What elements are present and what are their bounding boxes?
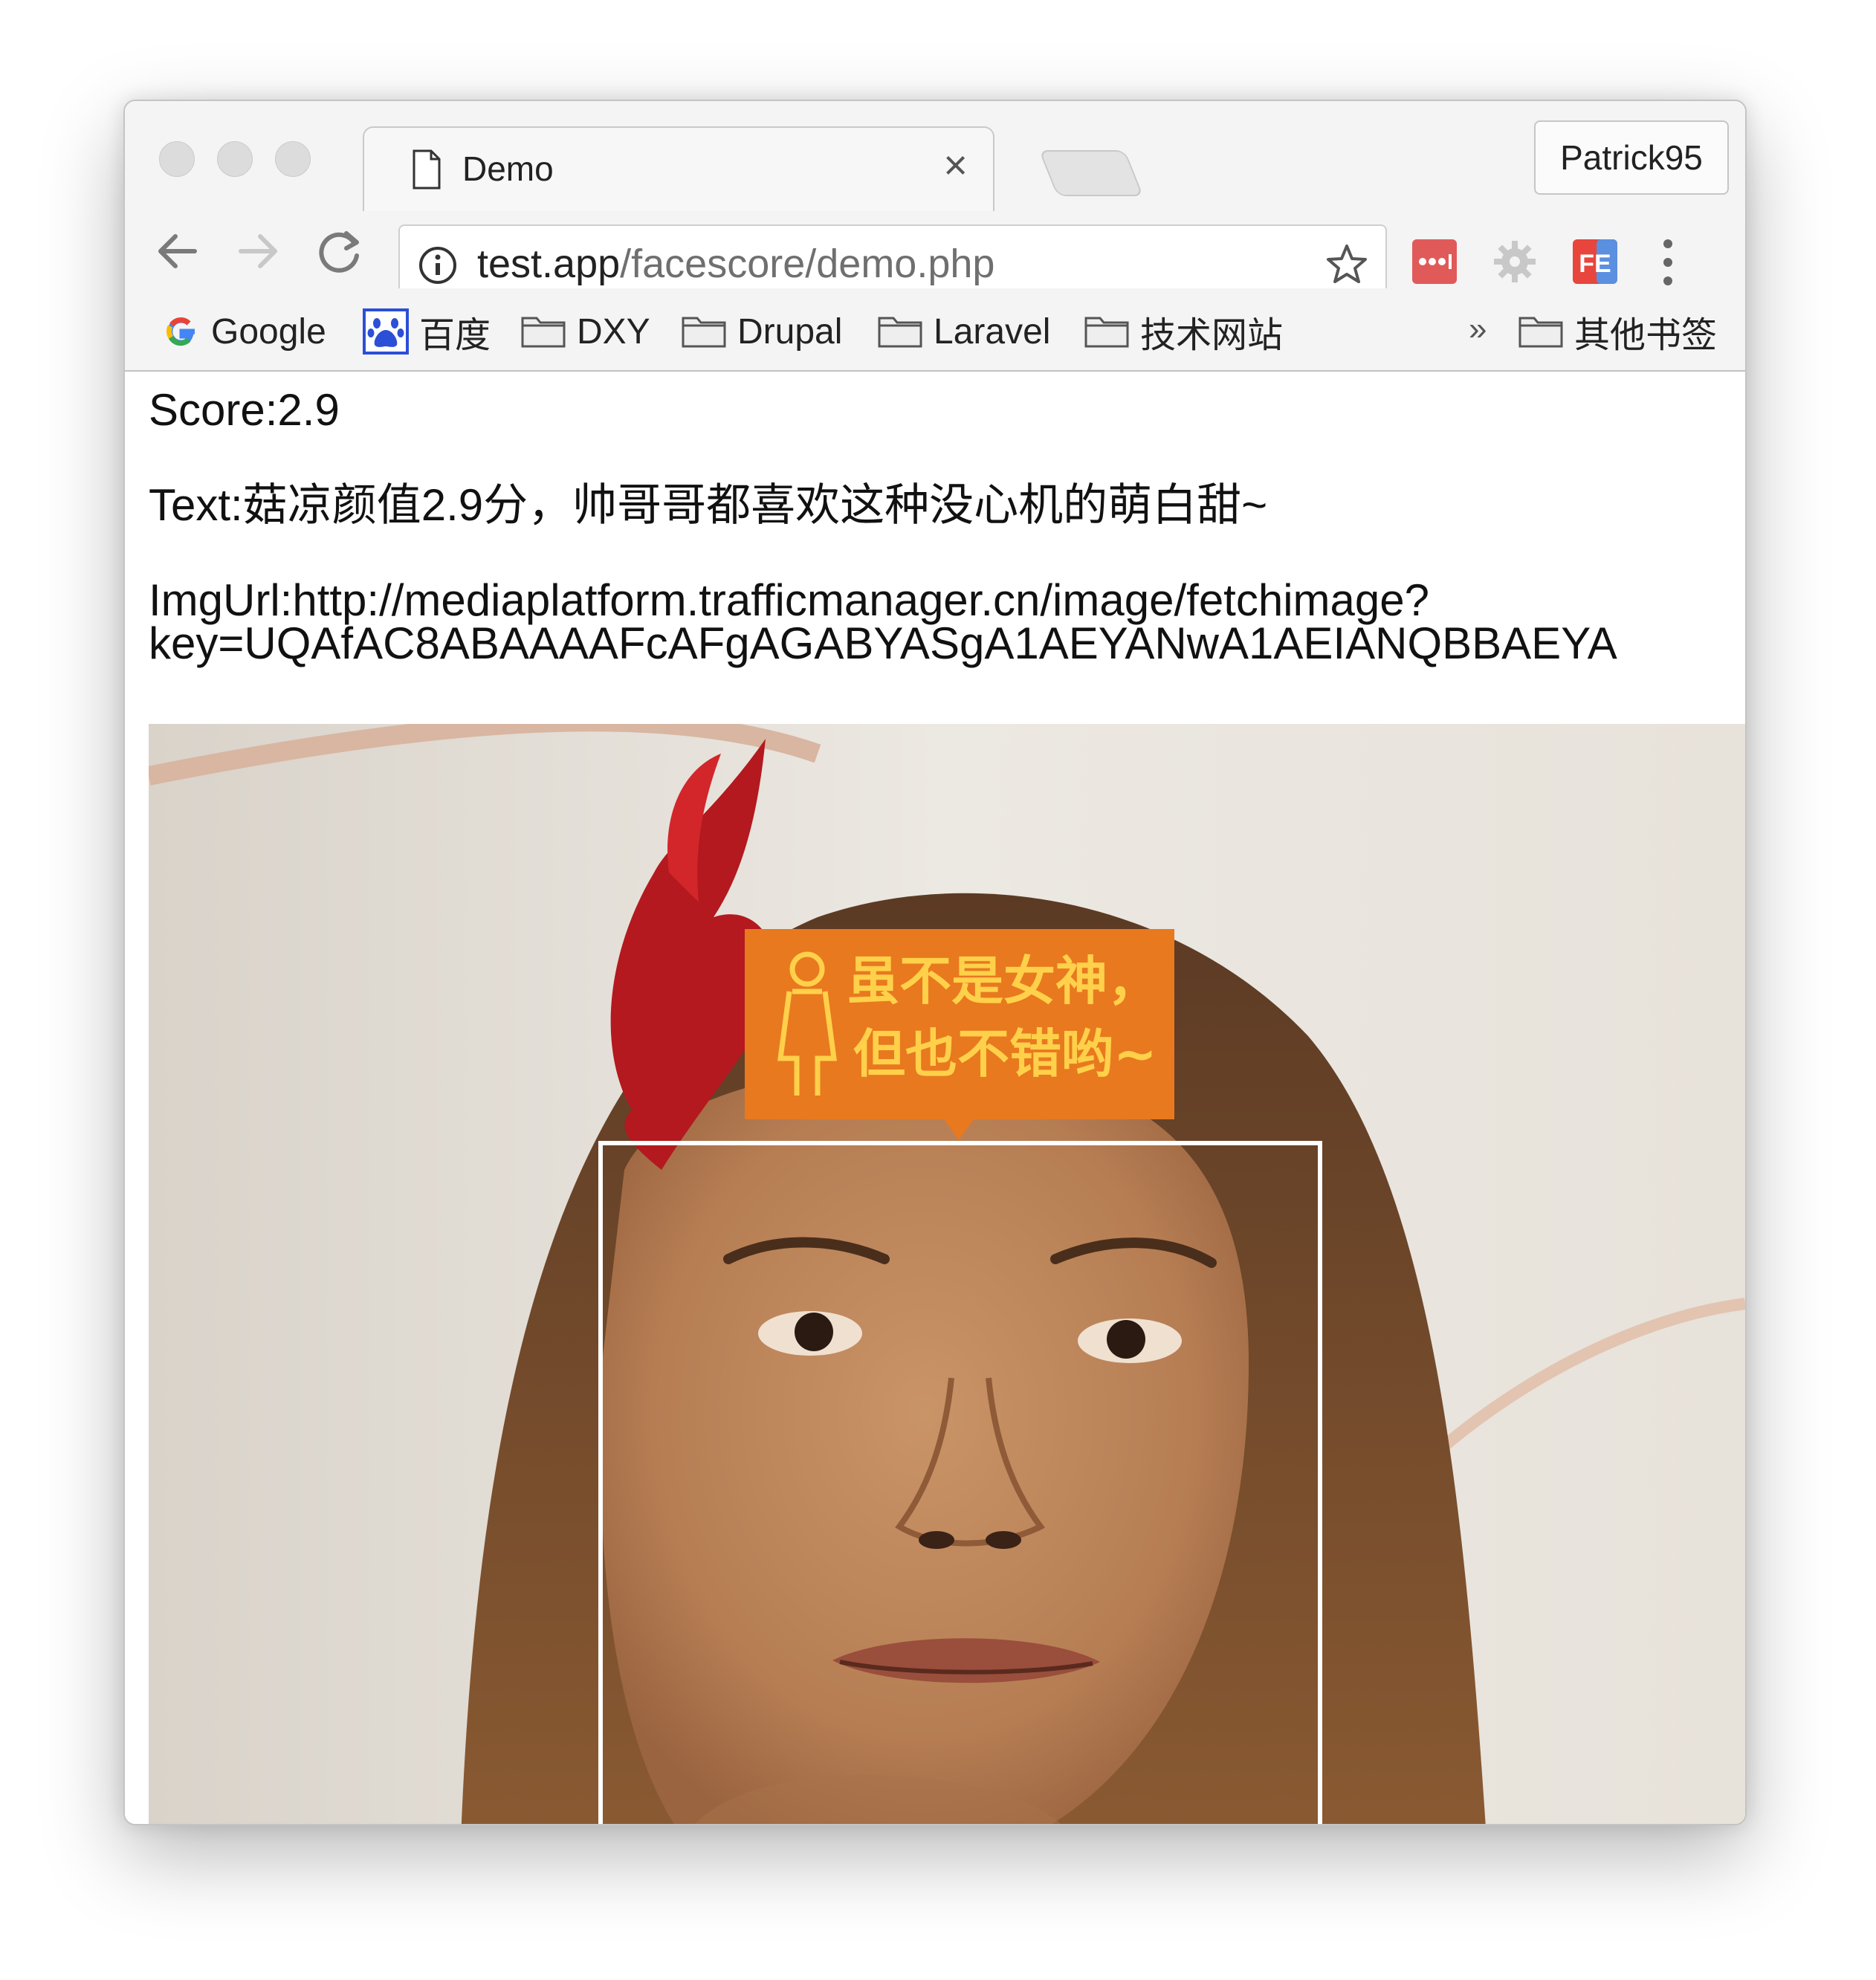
url-path: /facescore/demo.php: [620, 242, 995, 286]
close-window-button[interactable]: [159, 141, 195, 177]
forward-arrow-icon[interactable]: [232, 227, 284, 275]
face-photo-illustration: 虽不是女神， 但也不错哟~: [149, 724, 1745, 1824]
bookmark-label: 其他书签: [1574, 316, 1718, 355]
gear-extension-icon[interactable]: [1491, 238, 1539, 285]
bookmark-drupal[interactable]: Drupal: [681, 309, 842, 354]
bookmark-label: Google: [211, 311, 326, 352]
more-menu-icon[interactable]: [1660, 238, 1675, 287]
bookmarks-bar: Google 百度 DXY Drupal Laravel 技术网站 » 其他书签: [125, 288, 1745, 372]
img-url-line-1: ImgUrl:http://mediaplatform.trafficmanag…: [149, 575, 1430, 625]
document-icon: [413, 149, 441, 190]
info-icon[interactable]: [418, 245, 458, 285]
folder-icon: [1084, 317, 1129, 348]
face-photo: 虽不是女神， 但也不错哟~: [149, 724, 1745, 1824]
url-text[interactable]: test.app/facescore/demo.php: [477, 241, 994, 287]
toolbar: test.app/facescore/demo.php FE: [125, 211, 1745, 302]
browser-window: Demo × Patrick95 test.app/facescore/demo…: [123, 100, 1747, 1825]
zoom-window-button[interactable]: [275, 141, 311, 177]
bookmark-star-icon[interactable]: [1324, 242, 1369, 287]
bookmark-dxy[interactable]: DXY: [520, 309, 650, 354]
bookmark-label: 技术网站: [1140, 316, 1284, 355]
face-score-badge: 虽不是女神， 但也不错哟~: [745, 929, 1174, 1140]
profile-button[interactable]: Patrick95: [1534, 120, 1729, 195]
new-tab-button[interactable]: [1038, 150, 1144, 196]
tab-close-icon[interactable]: ×: [943, 144, 968, 186]
bookmark-baidu[interactable]: 百度: [363, 308, 491, 355]
bookmark-google[interactable]: Google: [162, 309, 326, 354]
img-url-line-2: key=UQAfAC8ABAAAAFcAFgAGABYASgA1AEYANwA1…: [149, 618, 1617, 668]
bookmark-label: 百度: [419, 316, 491, 355]
title-bar: Demo × Patrick95: [125, 101, 1745, 213]
tab-demo[interactable]: Demo ×: [363, 126, 994, 213]
bookmark-other[interactable]: 其他书签: [1518, 309, 1717, 355]
page-content: Score:2.9 Text:菇凉颜值2.9分，帅哥哥都喜欢这种没心机的萌白甜~…: [125, 372, 1745, 1824]
score-text: Score:2.9: [149, 385, 340, 435]
bookmark-label: Laravel: [934, 311, 1051, 352]
fe-helper-icon[interactable]: FE: [1571, 238, 1619, 285]
google-icon: [166, 317, 195, 346]
folder-icon: [521, 317, 566, 348]
badge-line-1: 虽不是女神，: [847, 951, 1159, 1012]
bookmark-label: DXY: [577, 311, 650, 352]
fe-helper-text: FE: [1579, 250, 1611, 278]
bookmarks-overflow-button[interactable]: »: [1469, 311, 1487, 348]
bookmark-laravel[interactable]: Laravel: [877, 309, 1050, 354]
folder-icon: [1518, 317, 1563, 348]
badge-line-2: 但也不错哟~: [853, 1023, 1157, 1084]
url-host: test.app: [477, 242, 621, 286]
lastpass-icon[interactable]: [1411, 238, 1458, 285]
comment-text: Text:菇凉颜值2.9分，帅哥哥都喜欢这种没心机的萌白甜~: [149, 480, 1268, 530]
bookmark-label: Drupal: [737, 311, 843, 352]
tab-title: Demo: [462, 149, 554, 188]
bookmark-tech-sites[interactable]: 技术网站: [1084, 309, 1283, 355]
minimize-window-button[interactable]: [217, 141, 253, 177]
folder-icon: [682, 317, 726, 348]
folder-icon: [878, 317, 922, 348]
reload-icon[interactable]: [315, 227, 367, 275]
back-arrow-icon[interactable]: [152, 227, 204, 275]
baidu-icon: [363, 308, 409, 355]
